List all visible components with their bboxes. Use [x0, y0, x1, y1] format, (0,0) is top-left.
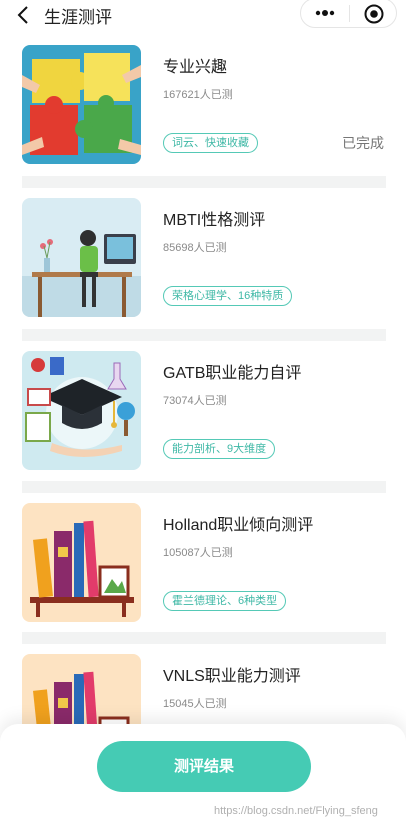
item-title: VNLS职业能力测评: [163, 668, 301, 685]
item-separator: [22, 176, 386, 188]
more-options-icon[interactable]: [311, 5, 339, 21]
nav-bar: 生涯测评: [0, 0, 406, 30]
assessment-item-holland[interactable]: Holland职业倾向测评 105087人已测 霍兰德理论、6种类型: [0, 503, 406, 633]
graduation-cap-image: [22, 351, 141, 470]
item-title: 专业兴趣: [163, 59, 228, 76]
assessment-item-gatb[interactable]: GATB职业能力自评 73074人已测 能力剖析、9大维度: [0, 351, 406, 481]
item-title: MBTI性格测评: [163, 212, 266, 229]
item-separator: [22, 632, 386, 644]
back-arrow-icon[interactable]: [14, 5, 34, 25]
item-count: 105087人已测: [163, 547, 233, 559]
item-count: 15045人已测: [163, 698, 227, 710]
item-count: 85698人已测: [163, 242, 227, 254]
item-tag: 词云、快速收藏: [163, 133, 258, 153]
capsule-divider: [349, 5, 350, 22]
item-tag: 荣格心理学、16种特质: [163, 286, 293, 306]
item-count: 73074人已测: [163, 395, 227, 407]
assessment-item-interest[interactable]: 专业兴趣 167621人已测 词云、快速收藏 已完成: [0, 45, 406, 175]
item-separator: [22, 481, 386, 493]
assessment-item-mbti[interactable]: MBTI性格测评 85698人已测 荣格心理学、16种特质: [0, 198, 406, 328]
bookshelf-image: [22, 503, 141, 622]
mini-program-capsule: [300, 0, 397, 28]
page-title: 生涯测评: [44, 8, 112, 27]
watermark-text: https://blog.csdn.net/Flying_sfeng: [214, 805, 378, 817]
bottom-action-bar: 测评结果 https://blog.csdn.net/Flying_sfeng: [0, 724, 406, 822]
puzzle-image: [22, 45, 141, 164]
desk-person-image: [22, 198, 141, 317]
item-tag: 能力剖析、9大维度: [163, 439, 276, 459]
status-label: 已完成: [342, 135, 384, 151]
item-title: Holland职业倾向测评: [163, 517, 314, 534]
item-title: GATB职业能力自评: [163, 365, 302, 382]
item-count: 167621人已测: [163, 89, 233, 101]
close-mini-program-icon[interactable]: [363, 3, 385, 25]
item-tag: 霍兰德理论、6种类型: [163, 591, 287, 611]
item-separator: [22, 329, 386, 341]
view-results-button[interactable]: 测评结果: [97, 741, 311, 792]
